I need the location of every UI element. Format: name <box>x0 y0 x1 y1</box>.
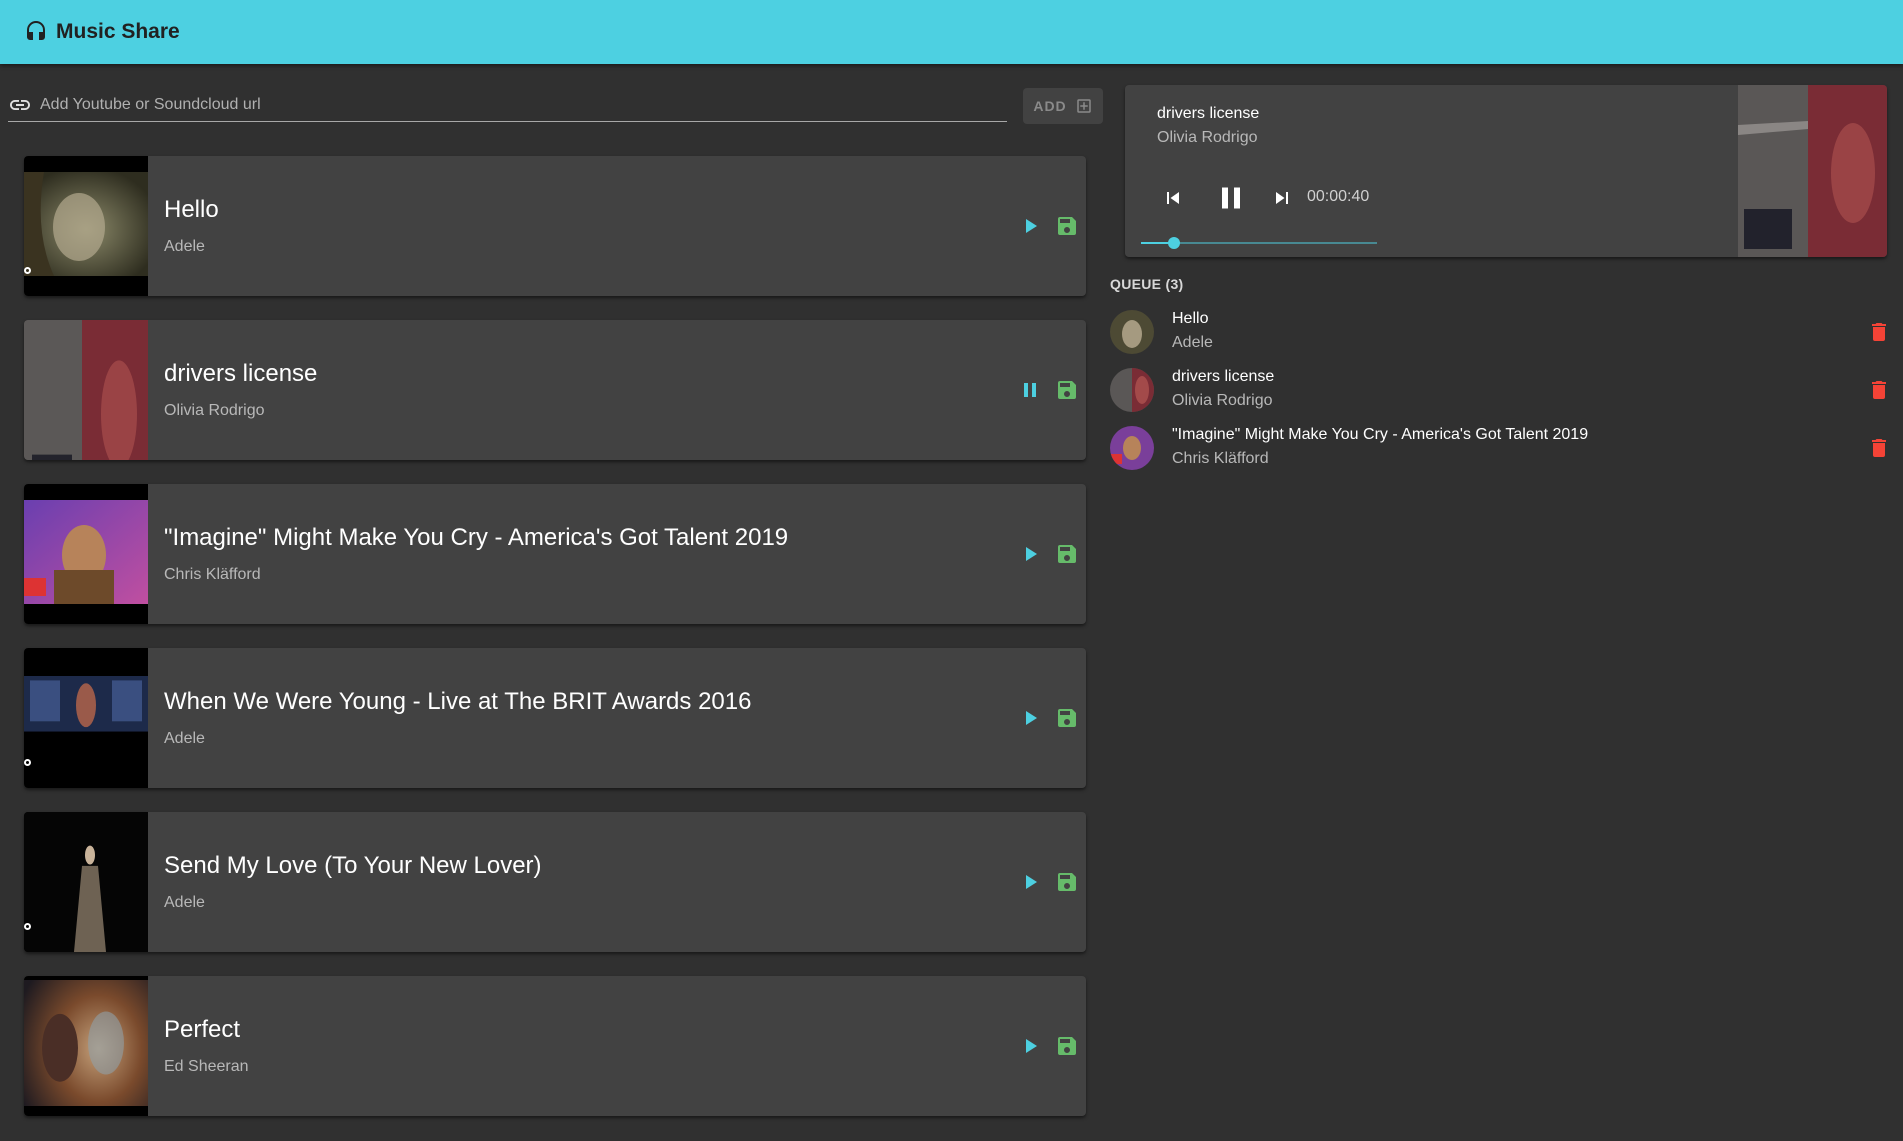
queue-item-title: "Imagine" Might Make You Cry - America's… <box>1172 426 1589 443</box>
play-icon[interactable] <box>1018 542 1042 566</box>
progress-slider[interactable] <box>1141 237 1377 249</box>
elapsed-time: 00:00:40 <box>1307 188 1370 205</box>
save-icon[interactable] <box>1055 214 1079 238</box>
save-icon[interactable] <box>1055 378 1079 402</box>
song-artist: Adele <box>164 238 205 255</box>
skip-next-icon[interactable] <box>1270 186 1294 210</box>
song-card: Hello Adele <box>24 156 1086 296</box>
song-thumbnail <box>24 484 148 624</box>
song-thumbnail <box>24 156 148 296</box>
headphones-icon <box>24 20 48 44</box>
song-artist: Adele <box>164 894 205 911</box>
add-button[interactable]: ADD <box>1023 88 1103 124</box>
song-title: "Imagine" Might Make You Cry - America's… <box>164 524 789 551</box>
save-icon[interactable] <box>1055 542 1079 566</box>
play-icon[interactable] <box>1018 870 1042 894</box>
queue-item-artist: Chris Kläfford <box>1172 450 1269 467</box>
song-title: When We Were Young - Live at The BRIT Aw… <box>164 688 752 715</box>
song-thumbnail <box>24 976 148 1116</box>
song-title: Send My Love (To Your New Lover) <box>164 852 542 879</box>
now-playing-title: drivers license <box>1157 105 1260 122</box>
queue-item: Hello Adele <box>1110 306 1890 364</box>
thumbnail-dot <box>24 759 31 766</box>
queue-label: QUEUE (3) <box>1110 276 1184 292</box>
delete-icon[interactable] <box>1867 378 1891 402</box>
add-button-label: ADD <box>1033 98 1067 114</box>
song-thumbnail <box>24 812 148 952</box>
play-icon[interactable] <box>1018 706 1042 730</box>
album-cover <box>1738 85 1887 257</box>
add-box-icon <box>1075 97 1093 115</box>
thumbnail-dot <box>24 923 31 930</box>
song-title: Perfect <box>164 1016 241 1043</box>
song-title: drivers license <box>164 360 318 387</box>
queue-item: "Imagine" Might Make You Cry - America's… <box>1110 422 1890 480</box>
queue-list: Hello Adele drivers license Olivia Rodri… <box>1110 306 1890 480</box>
pause-icon[interactable] <box>1018 378 1042 402</box>
save-icon[interactable] <box>1055 870 1079 894</box>
queue-item: drivers license Olivia Rodrigo <box>1110 364 1890 422</box>
url-field <box>8 88 1007 122</box>
song-card: When We Were Young - Live at The BRIT Aw… <box>24 648 1086 788</box>
slider-thumb[interactable] <box>1168 237 1181 249</box>
pause-icon[interactable] <box>1213 180 1249 216</box>
thumbnail-dot <box>24 267 31 274</box>
play-icon[interactable] <box>1018 214 1042 238</box>
avatar <box>1110 368 1154 412</box>
song-card: Send My Love (To Your New Lover) Adele <box>24 812 1086 952</box>
queue-item-artist: Olivia Rodrigo <box>1172 392 1273 409</box>
song-artist: Adele <box>164 730 205 747</box>
now-playing-card: drivers license Olivia Rodrigo 00:00:40 <box>1125 85 1887 257</box>
song-thumbnail <box>24 320 148 460</box>
song-title: Hello <box>164 196 219 223</box>
save-icon[interactable] <box>1055 1034 1079 1058</box>
save-icon[interactable] <box>1055 706 1079 730</box>
now-playing-artist: Olivia Rodrigo <box>1157 129 1258 146</box>
song-thumbnail <box>24 648 148 788</box>
queue-item-artist: Adele <box>1172 334 1213 351</box>
link-icon <box>8 93 32 117</box>
delete-icon[interactable] <box>1867 436 1891 460</box>
queue-item-title: drivers license <box>1172 368 1275 385</box>
play-icon[interactable] <box>1018 1034 1042 1058</box>
song-artist: Chris Kläfford <box>164 566 261 583</box>
skip-previous-icon[interactable] <box>1161 186 1185 210</box>
delete-icon[interactable] <box>1867 320 1891 344</box>
song-card: "Imagine" Might Make You Cry - America's… <box>24 484 1086 624</box>
avatar <box>1110 426 1154 470</box>
song-card: Perfect Ed Sheeran <box>24 976 1086 1116</box>
song-card: drivers license Olivia Rodrigo <box>24 320 1086 460</box>
avatar <box>1110 310 1154 354</box>
song-artist: Olivia Rodrigo <box>164 402 265 419</box>
app-title: Music Share <box>56 20 180 43</box>
app-bar: Music Share <box>0 0 1903 64</box>
queue-item-title: Hello <box>1172 310 1209 327</box>
url-input[interactable] <box>40 95 940 114</box>
song-list: Hello Adele drivers license Olivia Rodri… <box>24 156 1086 1140</box>
song-artist: Ed Sheeran <box>164 1058 249 1075</box>
add-url-form: ADD <box>8 88 1103 124</box>
